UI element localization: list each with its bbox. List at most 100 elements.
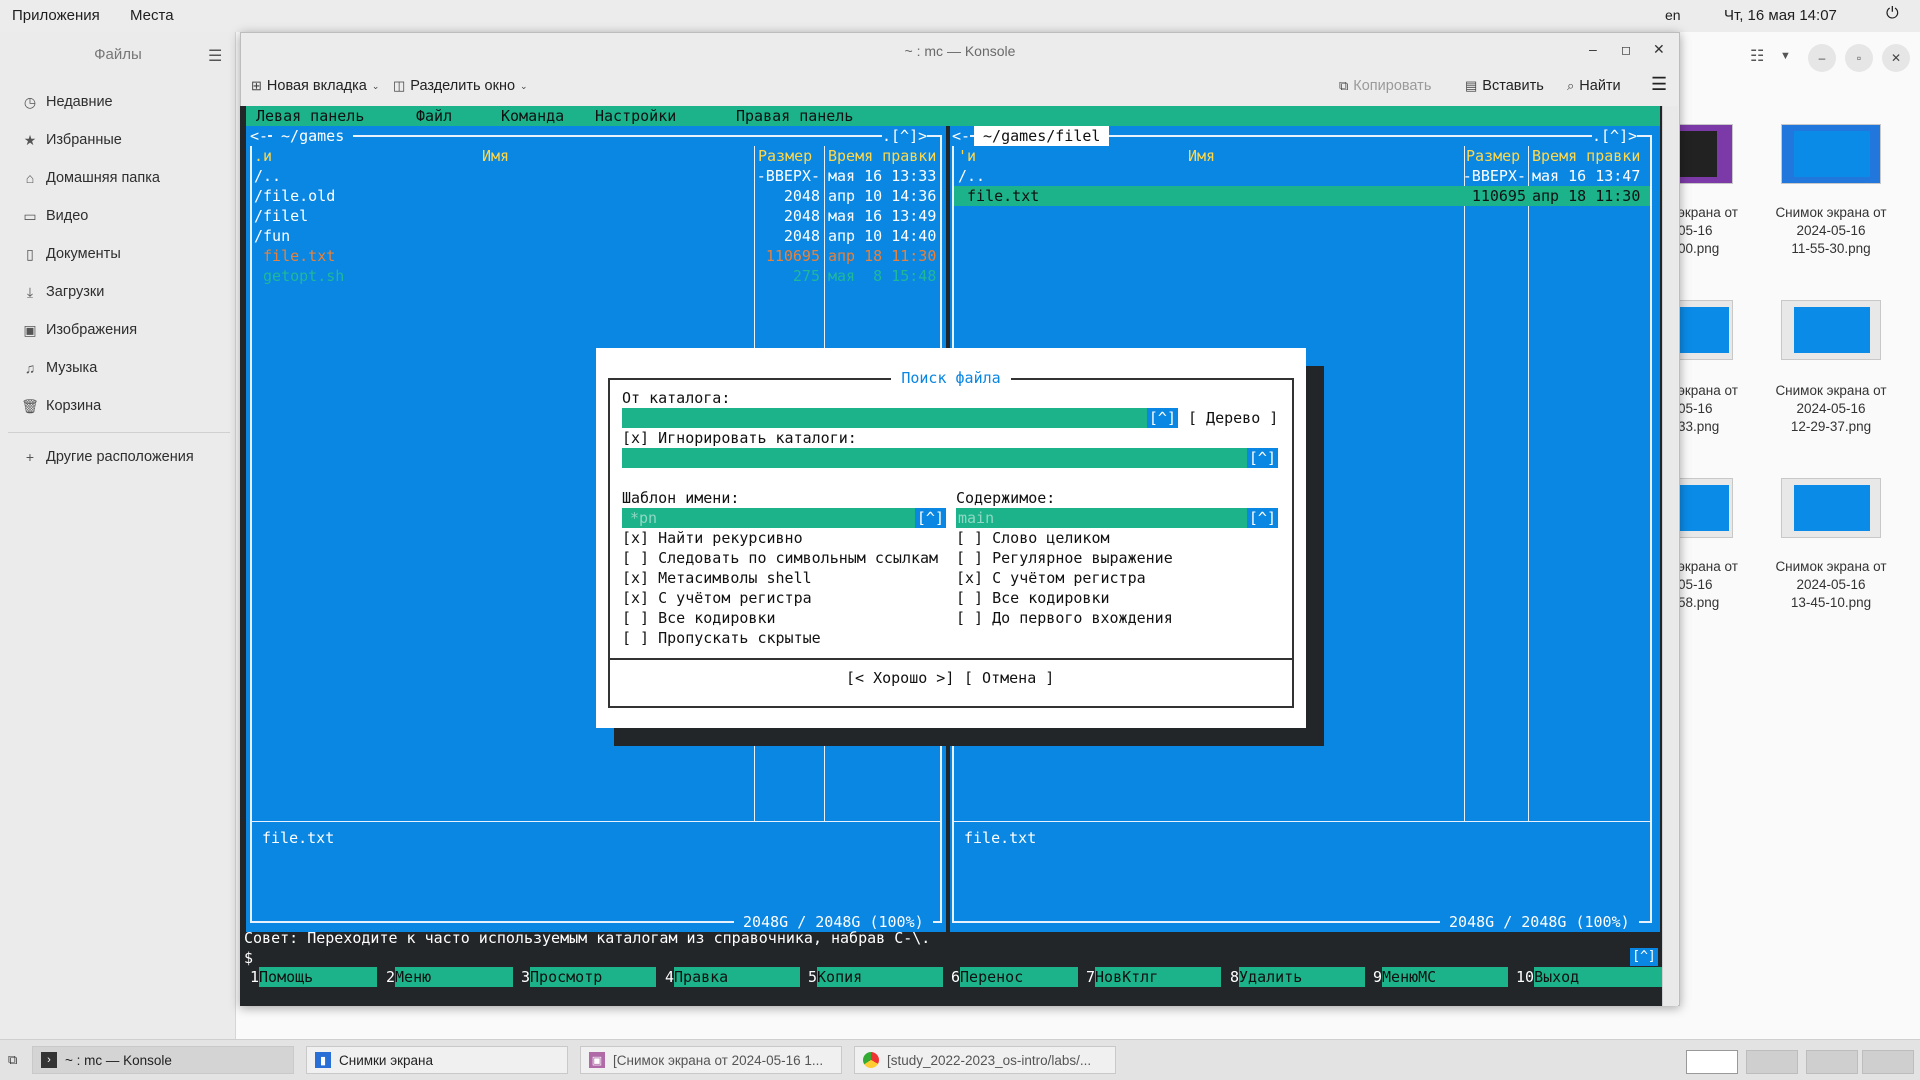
file-row-name[interactable]: /.. bbox=[254, 166, 281, 186]
maximize-icon[interactable]: ▫ bbox=[1845, 44, 1873, 72]
content-history-button[interactable]: [^] bbox=[1246, 508, 1278, 528]
column-header-name[interactable]: Имя bbox=[1188, 146, 1215, 166]
close-icon[interactable]: ✕ bbox=[1653, 41, 1665, 58]
sidebar-item-pictures[interactable]: ▣ Изображения bbox=[20, 318, 137, 342]
file-caption[interactable]: Снимок экрана от 2024-05-16 13-45-10.png bbox=[1756, 558, 1906, 612]
workspace-3[interactable] bbox=[1806, 1050, 1858, 1074]
fkey-mkdir[interactable]: 7НовКтлг bbox=[1086, 967, 1222, 987]
content-input[interactable]: main [^] bbox=[956, 508, 1278, 528]
sidebar-item-other-locations[interactable]: + Другие расположения bbox=[20, 445, 194, 469]
minimize-icon[interactable]: – bbox=[1589, 41, 1597, 57]
ignore-dirs-history-button[interactable]: [^] bbox=[1246, 448, 1278, 468]
file-caption[interactable]: экрана от 05-16 58.png bbox=[1678, 558, 1758, 612]
follow-symlinks-checkbox[interactable]: [ ] Следовать по символьным ссылкам bbox=[622, 548, 938, 568]
sidebar-item-trash[interactable]: 🗑 Корзина bbox=[20, 394, 101, 418]
from-dir-input[interactable]: [^] bbox=[622, 408, 1178, 428]
case-sensitive-name-checkbox[interactable]: [x] С учётом регистра bbox=[622, 588, 812, 608]
find-button[interactable]: ⌕ Найти bbox=[1567, 78, 1621, 94]
list-view-icon[interactable]: ☷ bbox=[1750, 46, 1764, 66]
file-row-name[interactable]: file.txt bbox=[958, 186, 1039, 206]
split-view-button[interactable]: ◫ Разделить окно ⌄ bbox=[393, 78, 528, 94]
fkey-help[interactable]: 1Помощь bbox=[250, 967, 378, 987]
history-button[interactable]: [^] bbox=[1630, 948, 1658, 966]
file-row-name[interactable]: /filel bbox=[254, 206, 308, 226]
workspace-2[interactable] bbox=[1746, 1050, 1798, 1074]
ignore-dirs-input[interactable]: [^] bbox=[622, 448, 1278, 468]
close-icon[interactable]: ✕ bbox=[1882, 44, 1910, 72]
konsole-titlebar[interactable]: ~ : mc — Konsole – ◻ ✕ bbox=[241, 33, 1679, 69]
menu-options[interactable]: Настройки bbox=[595, 106, 676, 126]
file-row-name[interactable]: /fun bbox=[254, 226, 290, 246]
ignore-dirs-checkbox[interactable]: [x] Игнорировать каталоги: bbox=[622, 428, 857, 448]
menu-right-panel[interactable]: Правая панель bbox=[736, 106, 853, 126]
fkey-quit[interactable]: 10Выход bbox=[1516, 967, 1663, 987]
new-tab-button[interactable]: ⊞ Новая вкладка ⌄ bbox=[251, 78, 379, 94]
file-thumbnail[interactable] bbox=[1781, 300, 1881, 360]
cancel-button[interactable]: [ Отмена ] bbox=[964, 668, 1054, 688]
menu-left-panel[interactable]: Левая панель bbox=[256, 106, 364, 126]
from-dir-history-button[interactable]: [^] bbox=[1146, 408, 1178, 428]
menu-command[interactable]: Команда bbox=[501, 106, 564, 126]
column-header-size[interactable]: Размер bbox=[1466, 146, 1520, 166]
shell-patterns-checkbox[interactable]: [x] Метасимволы shell bbox=[622, 568, 812, 588]
maximize-icon[interactable]: ◻ bbox=[1621, 43, 1631, 57]
fkey-delete[interactable]: 8Удалить bbox=[1230, 967, 1366, 987]
column-header-name[interactable]: Имя bbox=[482, 146, 509, 166]
skip-hidden-checkbox[interactable]: [ ] Пропускать скрытые bbox=[622, 628, 821, 648]
name-pattern-input[interactable]: *pn [^] bbox=[622, 508, 946, 528]
file-caption[interactable]: экрана от 05-16 00.png bbox=[1678, 204, 1758, 258]
column-header-time[interactable]: Время правки bbox=[828, 146, 936, 166]
clock[interactable]: Чт, 16 мая 14:07 bbox=[1724, 7, 1837, 24]
task-image-viewer[interactable]: ▣ [Снимок экрана от 2024-05-16 1... bbox=[580, 1046, 842, 1074]
sidebar-item-downloads[interactable]: ⤓ Загрузки bbox=[20, 280, 104, 304]
hamburger-icon[interactable]: ☰ bbox=[1651, 74, 1667, 95]
task-browser[interactable]: [study_2022-2023_os-intro/labs/... bbox=[854, 1046, 1116, 1074]
sidebar-item-recent[interactable]: ◷ Недавние bbox=[20, 90, 113, 114]
all-charsets-content-checkbox[interactable]: [ ] Все кодировки bbox=[956, 588, 1110, 608]
file-thumbnail[interactable] bbox=[1781, 478, 1881, 538]
menu-file[interactable]: Файл bbox=[416, 106, 452, 126]
file-caption[interactable]: Снимок экрана от 2024-05-16 11-55-30.png bbox=[1756, 204, 1906, 258]
file-thumbnail[interactable] bbox=[1678, 300, 1733, 360]
power-icon[interactable]: ⏻ bbox=[1886, 5, 1899, 23]
file-thumbnail[interactable] bbox=[1678, 124, 1733, 184]
column-header-size[interactable]: Размер bbox=[758, 146, 812, 166]
file-thumbnail[interactable] bbox=[1781, 124, 1881, 184]
task-screenshots-folder[interactable]: ▮ Снимки экрана bbox=[306, 1046, 568, 1074]
fkey-menu[interactable]: 2Меню bbox=[386, 967, 514, 987]
sidebar-item-music[interactable]: ♫ Музыка bbox=[20, 356, 98, 380]
applications-menu[interactable]: Приложения bbox=[12, 7, 100, 24]
keyboard-layout-indicator[interactable]: en bbox=[1665, 7, 1681, 23]
chevron-down-icon[interactable]: ▼ bbox=[1780, 50, 1791, 62]
fkey-edit[interactable]: 4Правка bbox=[665, 967, 801, 987]
fkey-copy[interactable]: 5Копия bbox=[808, 967, 944, 987]
file-caption[interactable]: экрана от 05-16 33.png bbox=[1678, 382, 1758, 436]
regexp-checkbox[interactable]: [ ] Регулярное выражение bbox=[956, 548, 1173, 568]
task-konsole[interactable]: › ~ : mc — Konsole bbox=[32, 1046, 294, 1074]
first-hit-checkbox[interactable]: [ ] До первого вхождения bbox=[956, 608, 1173, 628]
paste-button[interactable]: ▤ Вставить bbox=[1465, 78, 1544, 94]
shell-prompt[interactable]: $ bbox=[244, 948, 253, 968]
fkey-move[interactable]: 6Перенос bbox=[951, 967, 1079, 987]
sidebar-item-videos[interactable]: ▭ Видео bbox=[20, 204, 88, 228]
case-sensitive-content-checkbox[interactable]: [x] С учётом регистра bbox=[956, 568, 1146, 588]
file-row-name[interactable]: /.. bbox=[958, 166, 985, 186]
all-charsets-name-checkbox[interactable]: [ ] Все кодировки bbox=[622, 608, 776, 628]
hamburger-icon[interactable]: ☰ bbox=[208, 46, 222, 66]
column-header-time[interactable]: Время правки bbox=[1532, 146, 1640, 166]
sidebar-item-home[interactable]: ⌂ Домашняя папка bbox=[20, 166, 160, 190]
copy-button[interactable]: ⧉ Копировать bbox=[1339, 78, 1431, 94]
file-row-name[interactable]: getopt.sh bbox=[254, 266, 344, 286]
name-pattern-history-button[interactable]: [^] bbox=[914, 508, 946, 528]
file-caption[interactable]: Снимок экрана от 2024-05-16 12-29-37.png bbox=[1756, 382, 1906, 436]
terminal-scrollbar[interactable] bbox=[1662, 106, 1678, 1006]
workspace-1[interactable] bbox=[1686, 1050, 1738, 1074]
workspace-4[interactable] bbox=[1862, 1050, 1914, 1074]
tree-button[interactable]: [ Дерево ] bbox=[1188, 408, 1278, 428]
whole-words-checkbox[interactable]: [ ] Слово целиком bbox=[956, 528, 1110, 548]
ok-button[interactable]: [< Хорошо >] bbox=[846, 668, 954, 688]
file-row-name[interactable]: file.txt bbox=[254, 246, 335, 266]
minimize-icon[interactable]: – bbox=[1808, 44, 1836, 72]
file-thumbnail[interactable] bbox=[1678, 478, 1733, 538]
fkey-user-menu[interactable]: 9МенюMC bbox=[1373, 967, 1509, 987]
